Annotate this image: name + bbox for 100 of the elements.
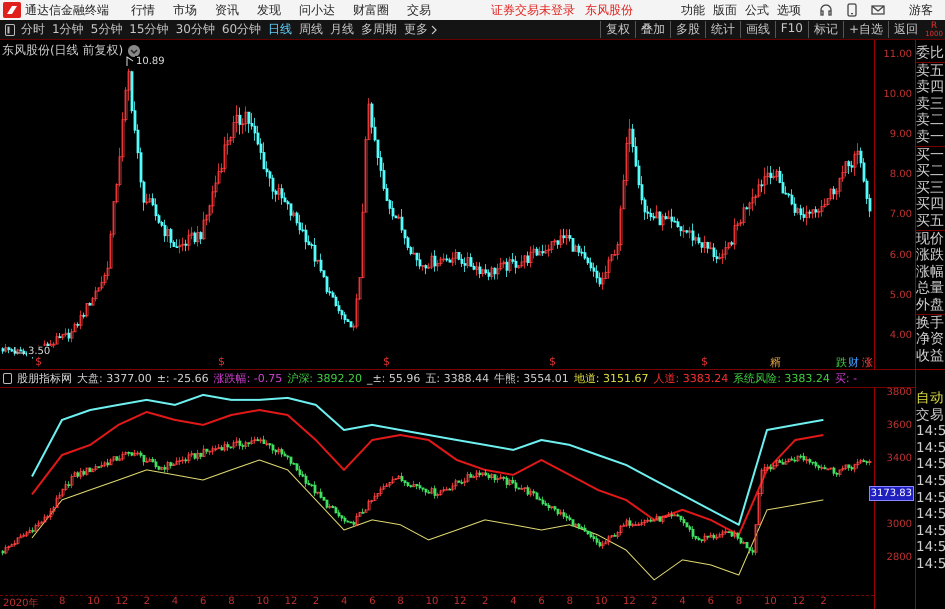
quote-label: 外盘 [916,296,945,314]
headset-icon[interactable] [819,3,833,17]
toolbar-button[interactable]: 标记 [808,21,843,38]
axis-label: 3400 [886,453,912,464]
menu-item[interactable]: 功能 [681,2,705,18]
axis-label: 4 [510,596,517,607]
trade-label: 14:5 [916,506,945,523]
toolbar-button[interactable]: F10 [774,21,808,38]
menu-item[interactable]: 公式 [745,2,769,18]
quote-label: 净资 [916,331,945,348]
toolbar-button[interactable]: +自选 [842,21,888,38]
event-marker: $ [701,355,708,368]
menu-item[interactable]: 财富圈 [353,2,389,18]
axis-label: 8 [566,596,573,607]
period-tab[interactable]: 分时 [21,21,45,38]
indicator-value: 沪深: 3892.20 [287,371,362,386]
axis-label: 12 [115,596,128,607]
axis-label: 12 [454,596,467,607]
panel-toggle-icon[interactable] [3,373,12,384]
axis-label: 2020年 [3,597,38,609]
trade-label: 14:5 [916,556,945,573]
trade-label: 14:5 [916,440,945,456]
quote-label: 卖五 [916,62,945,80]
phone-icon[interactable] [847,3,857,17]
menu-item[interactable]: 问小达 [299,2,335,18]
period-tab[interactable]: 60分钟 [222,21,262,38]
axis-label: 10 [764,596,777,607]
toolbar-button[interactable]: 统计 [704,21,740,38]
user-label[interactable]: 游客 [909,2,933,18]
event-marker: $ [549,355,556,368]
quote-label: 买一 [916,146,945,164]
event-marker: 财 [848,355,859,370]
trade-label: 14:5 [916,490,945,506]
mail-icon[interactable] [871,4,885,16]
panel-toggle-icon[interactable] [5,24,15,36]
axis-label: 8 [228,596,235,607]
trade-label: 14:5 [916,472,945,490]
period-tab[interactable]: 15分钟 [129,21,169,38]
period-tab[interactable]: 月线 [330,21,354,38]
axis-label: 2800 [886,552,912,564]
axis-label: 5.00 [890,290,912,301]
axis-label: 12 [284,596,298,607]
axis-label: 9.00 [890,129,912,140]
event-marker: 跌 [836,355,847,370]
notice-link[interactable]: 东风股份 [585,2,633,18]
event-marker: 涨 [862,355,873,370]
event-marker: $ [383,355,390,368]
menu-item[interactable]: 行情 [131,2,155,18]
menu-item[interactable]: 市场 [173,2,197,18]
period-tab[interactable]: 周线 [299,21,324,38]
trade-label: 自动 [916,390,945,407]
axis-label: 8 [736,596,742,607]
event-marker: $ [35,355,42,368]
axis-label: 6 [708,596,714,607]
period-tab[interactable]: 多周期 [361,21,398,38]
axis-label: 2 [312,596,320,607]
menu-item[interactable]: 交易 [407,2,431,18]
menu-item[interactable]: 选项 [777,2,801,18]
quote-label: 卖三 [916,96,945,112]
trade-label: 14:5 [916,456,945,473]
corner-label: R [930,22,938,30]
axis-label: 10 [594,596,608,607]
toolbar-button[interactable]: 画线 [740,21,775,38]
axis-label: 8.00 [890,169,912,180]
notice-link[interactable]: 证券交易未登录 [491,2,575,18]
period-tab[interactable]: 更多 [404,21,438,38]
toolbar-button[interactable]: 多股 [670,21,705,38]
quote-label: 卖四 [916,79,945,96]
indicator-value: 大盘: 3377.00 [77,371,152,386]
axis-label: 6 [200,596,206,607]
axis-label: 3000 [886,519,912,530]
quote-label: 卖一 [916,128,945,146]
trade-label: 14:5 [916,539,945,556]
period-tab[interactable]: 5分钟 [90,21,122,38]
axis-label: 6 [538,596,545,607]
menu-item[interactable]: 资讯 [215,2,239,18]
toolbar-button[interactable]: 返回 [888,21,923,38]
indicator-value: 牛熊: 3554.01 [494,371,569,386]
axis-label: 12 [623,596,636,607]
trade-label: 14:5 [916,423,945,440]
axis-label: 4 [679,596,686,607]
menu-item[interactable]: 版面 [713,2,737,18]
dropdown-icon[interactable] [128,44,140,56]
axis-label: 3600 [886,420,912,432]
axis-label: 2 [820,596,827,607]
axis-label: 10 [87,596,100,607]
axis-label: 10 [256,596,270,607]
chevron-right-icon [431,24,438,34]
toolbar-button[interactable]: 复权 [600,21,635,38]
quote-label: 买二 [916,163,945,180]
period-tab[interactable]: 30分钟 [176,21,215,38]
period-tab[interactable]: 1分钟 [52,21,84,38]
trade-label: 14:5 [916,522,945,540]
quote-label: 委比 [916,45,945,62]
period-tab[interactable]: 日线 [268,21,292,38]
quote-label: 涨跌 [916,247,945,264]
toolbar-button[interactable]: 叠加 [634,21,670,38]
menu-item[interactable]: 发现 [257,2,281,18]
axis-label: 6.00 [890,250,912,260]
quote-label: 买五 [916,212,945,230]
